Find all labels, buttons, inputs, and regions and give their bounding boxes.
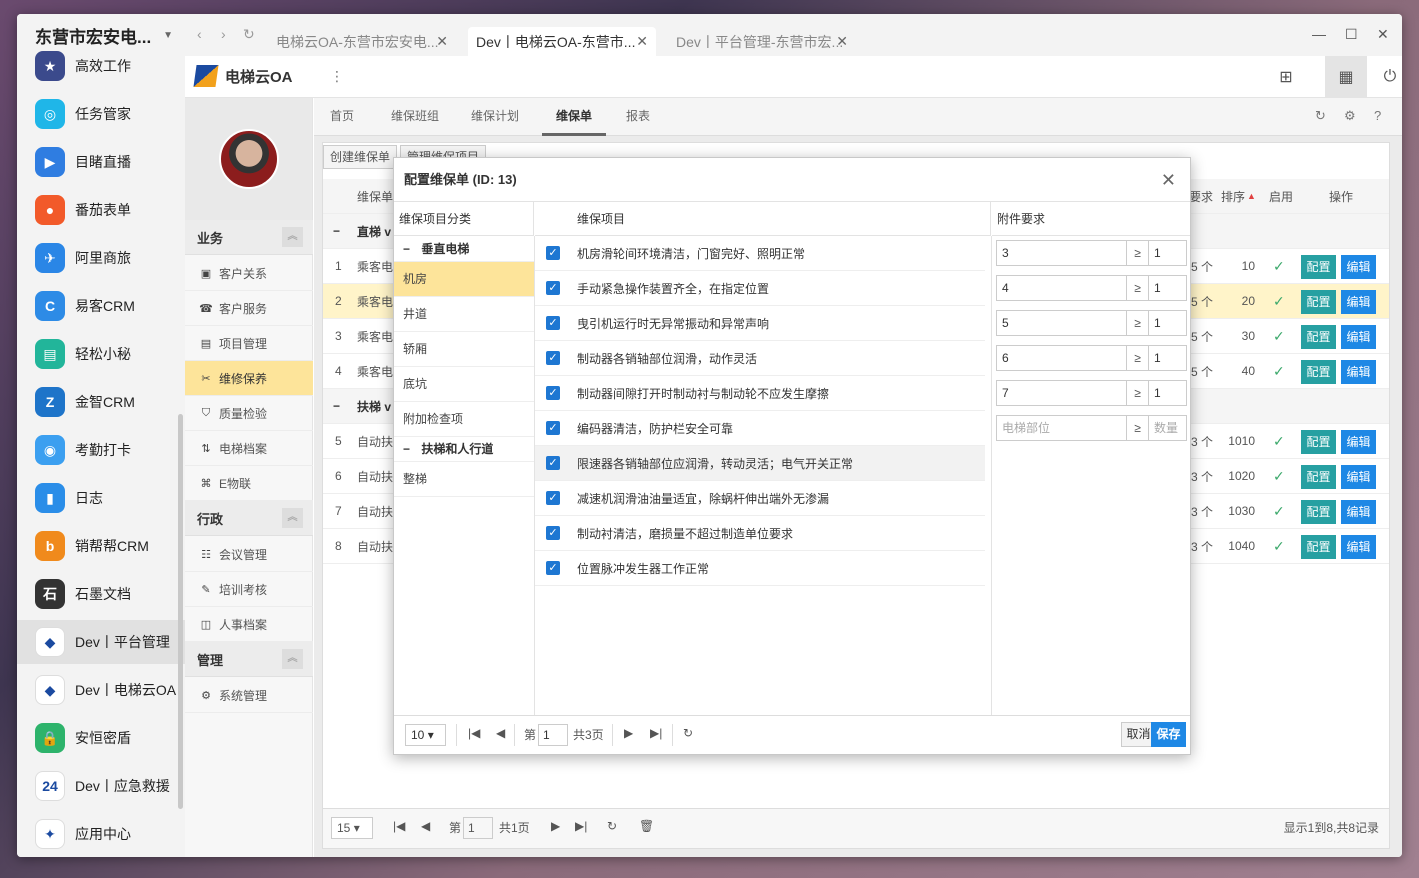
maintenance-item[interactable]: ✓ 制动器间隙打开时制动衬与制动轮不应发生摩擦 [535,376,985,411]
page-label: 第 [524,728,537,742]
checkbox[interactable]: ✓ [546,386,560,400]
col-attachment-head: 附件要求 [992,202,1190,236]
checkbox[interactable]: ✓ [546,561,560,575]
next-page-icon[interactable]: ▶ [624,726,633,740]
maintenance-item[interactable]: ✓ 位置脉冲发生器工作正常 [535,551,985,586]
category-label: 井道 [403,307,428,321]
divider [991,236,992,717]
checkbox[interactable]: ✓ [546,316,560,330]
maintenance-item[interactable]: ✓ 制动衬清洁，磨损量不超过制造单位要求 [535,516,985,551]
checkbox[interactable]: ✓ [546,526,560,540]
col-category-head: 维保项目分类 [394,202,534,236]
attachment-row: 3 ≥1 [996,240,1187,266]
qty-input[interactable]: 1 [1148,275,1187,301]
reload-icon[interactable]: ↻ [683,726,693,740]
maintenance-item[interactable]: ✓ 曳引机运行时无异常振动和异常声响 [535,306,985,341]
ge-symbol: ≥ [1127,380,1148,406]
part-input[interactable]: 4 [996,275,1127,301]
item-label: 制动器间隙打开时制动衬与制动轮不应发生摩擦 [577,386,830,401]
checkbox[interactable]: ✓ [546,246,560,260]
part-input[interactable]: 电梯部位 [996,415,1127,441]
qty-input[interactable]: 1 [1148,345,1187,371]
ge-symbol: ≥ [1127,240,1148,266]
divider [612,724,613,746]
item-label: 机房滑轮间环境清洁，门窗完好、照明正常 [577,246,806,261]
maintenance-item[interactable]: ✓ 编码器清洁，防护栏安全可靠 [535,411,985,446]
collapse-icon[interactable]: − [403,242,413,256]
item-label: 曳引机运行时无异常振动和异常声响 [577,316,770,331]
maintenance-item[interactable]: ✓ 手动紧急操作装置齐全，在指定位置 [535,271,985,306]
checkbox[interactable]: ✓ [546,456,560,470]
modal-layer: 配置维保单 (ID: 13) ✕ 维保项目分类 维保项目 附件要求 − 垂直电梯… [0,0,1419,878]
item-label: 编码器清洁，防护栏安全可靠 [577,421,734,436]
first-page-icon[interactable]: |◀ [468,726,480,740]
item-label: 减速机润滑油油量适宜，除蜗杆伸出端外无渗漏 [577,491,830,506]
item-label: 制动衬清洁，磨损量不超过制造单位要求 [577,526,794,541]
attachment-row: 电梯部位 ≥ 数量 [996,415,1187,441]
category-label: 整梯 [403,472,428,486]
qty-input[interactable]: 数量 [1148,415,1187,441]
dialog-title-bar: 配置维保单 (ID: 13) ✕ [394,158,1190,202]
prev-page-icon[interactable]: ◀ [496,726,505,740]
ge-symbol: ≥ [1127,415,1148,441]
maintenance-item[interactable]: ✓ 减速机润滑油油量适宜，除蜗杆伸出端外无渗漏 [535,481,985,516]
col-item-head: 维保项目 [535,202,991,236]
category-label: 扶梯和人行道 [421,442,494,456]
checkbox[interactable]: ✓ [546,491,560,505]
category-item[interactable]: 底坑 [394,367,534,402]
last-page-icon[interactable]: ▶| [650,726,662,740]
qty-input[interactable]: 1 [1148,310,1187,336]
qty-input[interactable]: 1 [1148,380,1187,406]
category-item[interactable]: 井道 [394,297,534,332]
divider [514,724,515,746]
category-label: 轿厢 [403,342,428,356]
divider [456,724,457,746]
maintenance-item[interactable]: ✓ 机房滑轮间环境清洁，门窗完好、照明正常 [535,236,985,271]
attachment-row: 7 ≥1 [996,380,1187,406]
attachment-row: 5 ≥1 [996,310,1187,336]
divider [672,724,673,746]
ge-symbol: ≥ [1127,345,1148,371]
category-item[interactable]: 机房 [394,262,534,297]
item-label: 位置脉冲发生器工作正常 [577,561,710,576]
checkbox[interactable]: ✓ [546,281,560,295]
total-pages: 共3页 [573,728,604,742]
dialog-title: 配置维保单 (ID: 13) [404,172,517,187]
maintenance-item[interactable]: ✓ 限速器各销轴部位应润滑，转动灵活；电气开关正常 [535,446,985,481]
config-dialog: 配置维保单 (ID: 13) ✕ 维保项目分类 维保项目 附件要求 − 垂直电梯… [393,157,1191,755]
category-label: 底坑 [403,377,428,391]
category-label: 垂直电梯 [421,242,470,256]
category-label: 机房 [403,272,428,286]
page-size-select[interactable]: 10 ▾ [405,724,446,746]
category-item[interactable]: 轿厢 [394,332,534,367]
dialog-footer: 10 ▾ |◀ ◀ 第 1 共3页 ▶ ▶| ↻ 取消 保存 [394,715,1190,754]
ge-symbol: ≥ [1127,275,1148,301]
checkbox[interactable]: ✓ [546,351,560,365]
part-input[interactable]: 7 [996,380,1127,406]
category-item[interactable]: 整梯 [394,462,534,497]
page-input[interactable]: 1 [538,724,568,746]
item-label: 限速器各销轴部位应润滑，转动灵活；电气开关正常 [577,456,854,471]
checkbox[interactable]: ✓ [546,421,560,435]
item-label: 手动紧急操作装置齐全，在指定位置 [577,281,770,296]
part-input[interactable]: 6 [996,345,1127,371]
category-group[interactable]: − 扶梯和人行道 [394,437,534,462]
maintenance-item[interactable]: ✓ 制动器各销轴部位润滑，动作灵活 [535,341,985,376]
close-icon[interactable]: ✕ [1161,158,1176,202]
part-input[interactable]: 5 [996,310,1127,336]
item-label: 制动器各销轴部位润滑，动作灵活 [577,351,758,366]
attachment-row: 4 ≥1 [996,275,1187,301]
category-label: 附加检查项 [403,412,464,426]
part-input[interactable]: 3 [996,240,1127,266]
collapse-icon[interactable]: − [403,442,413,456]
category-group[interactable]: − 垂直电梯 [394,237,534,262]
save-button[interactable]: 保存 [1151,722,1186,747]
category-item[interactable]: 附加检查项 [394,402,534,437]
attachment-row: 6 ≥1 [996,345,1187,371]
ge-symbol: ≥ [1127,310,1148,336]
qty-input[interactable]: 1 [1148,240,1187,266]
